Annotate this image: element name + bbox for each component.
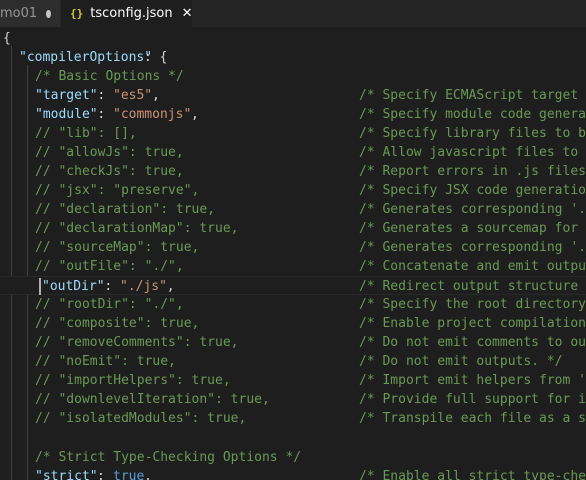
code-line: // "outFile": "./", /* Concatenate and em… bbox=[0, 257, 586, 276]
code-line: // "jsx": "preserve", /* Specify JSX code… bbox=[0, 181, 586, 200]
disabled-option-comment: // "downlevelIteration": true, bbox=[35, 392, 270, 407]
code-line: // "allowJs": true, /* Allow javascript f… bbox=[0, 143, 586, 162]
option-comment: /* Specify library files to be bbox=[359, 126, 586, 141]
code-line: /* Basic Options */ bbox=[0, 67, 586, 86]
option-comment: /* Do not emit comments to out bbox=[359, 335, 586, 350]
code-line: "target": "es5", /* Specify ECMAScript ta… bbox=[0, 86, 586, 105]
option-comment: /* Generates corresponding '.c bbox=[359, 202, 586, 217]
disabled-option-comment: // "outFile": "./", bbox=[35, 259, 184, 274]
tab-label: mo01 bbox=[0, 6, 38, 21]
compiler-options-brace: : { bbox=[144, 50, 168, 65]
option-comment: /* Generates a sourcemap for e bbox=[359, 221, 586, 236]
option-comment: /* Do not emit outputs. */ bbox=[359, 354, 563, 369]
code-line: // "composite": true, /* Enable project c… bbox=[0, 314, 586, 333]
option-comment: /* Enable project compilation bbox=[359, 316, 586, 331]
option-comment: /* Generates corresponding '.m bbox=[359, 240, 586, 255]
open-brace: { bbox=[3, 31, 11, 46]
disabled-option-comment: // "rootDir": "./", bbox=[35, 297, 184, 312]
code-line: // "declaration": true, /* Generates corr… bbox=[0, 200, 586, 219]
code-line: // "removeComments": true, /* Do not emit… bbox=[0, 333, 586, 352]
option-separator: : bbox=[104, 279, 121, 294]
disabled-option-comment: // "importHelpers": true, bbox=[35, 373, 231, 388]
option-comment: /* Redirect output structure t bbox=[359, 279, 586, 294]
tab-tsconfig-json[interactable]: {} tsconfig.json ✕ bbox=[61, 0, 193, 27]
code-line: "strict" : true , /* Enable all strict t… bbox=[0, 467, 586, 480]
text-cursor bbox=[39, 278, 41, 295]
disabled-option-comment: // "removeComments": true, bbox=[35, 335, 239, 350]
code-line: // "noEmit": true, /* Do not emit outputs… bbox=[0, 352, 586, 371]
code-editor[interactable]: { "compilerOptions" : { /* Basic Options… bbox=[0, 27, 586, 480]
code-line: // "isolatedModules": true, /* Transpile … bbox=[0, 409, 586, 428]
option-comment: /* Import emit helpers from 't bbox=[359, 373, 586, 388]
code-line: // "declarationMap": true, /* Generates a… bbox=[0, 219, 586, 238]
option-value: "./js" bbox=[120, 279, 167, 294]
option-comma: , bbox=[144, 469, 152, 480]
option-comment: /* Transpile each file as a se bbox=[359, 411, 586, 426]
option-key: "outDir" bbox=[42, 279, 105, 294]
option-comment: /* Provide full support for it bbox=[359, 392, 586, 407]
option-comment: /* Specify ECMAScript target v bbox=[359, 88, 586, 103]
option-value: true bbox=[113, 469, 145, 480]
json-icon: {} bbox=[70, 7, 84, 20]
disabled-option-comment: // "allowJs": true, bbox=[35, 145, 184, 160]
code-line: { bbox=[0, 29, 586, 48]
code-line-current: "outDir": "./js", /* Redirect output stru… bbox=[0, 276, 586, 295]
code-line: // "downlevelIteration": true, /* Provide… bbox=[0, 390, 586, 409]
code-line: "module": "commonjs", /* Specify module c… bbox=[0, 105, 586, 124]
unsaved-dot-icon bbox=[46, 9, 51, 18]
close-tab-icon[interactable]: ✕ bbox=[182, 6, 193, 21]
disabled-option-comment: // "isolatedModules": true, bbox=[35, 411, 247, 426]
option-comment: /* Specify the root directory bbox=[359, 297, 586, 312]
tab-label: tsconfig.json bbox=[90, 6, 173, 21]
option-comma: , bbox=[152, 88, 160, 103]
compiler-options-key: "compilerOptions" bbox=[19, 50, 153, 65]
option-comment: /* Specify module code generat bbox=[359, 107, 586, 122]
option-value: "commonjs" bbox=[113, 107, 192, 122]
option-comment: /* Specify JSX code generation bbox=[359, 183, 586, 198]
option-comment: /* Concatenate and emit output bbox=[359, 259, 586, 274]
option-key: "module" bbox=[35, 107, 98, 122]
disabled-option-comment: // "lib": [], bbox=[35, 126, 137, 141]
basic-options-comment: /* Basic Options */ bbox=[35, 69, 184, 84]
option-separator: : bbox=[97, 469, 113, 480]
option-comment: /* Allow javascript files to b bbox=[359, 145, 586, 160]
code-line: // "checkJs": true, /* Report errors in .… bbox=[0, 162, 586, 181]
disabled-option-comment: // "sourceMap": true, bbox=[35, 240, 200, 255]
editor-tab-bar: mo01 {} tsconfig.json ✕ bbox=[0, 0, 586, 27]
code-line: // "sourceMap": true, /* Generates corres… bbox=[0, 238, 586, 257]
strict-options-comment: /* Strict Type-Checking Options */ bbox=[35, 450, 302, 465]
option-comment: /* Report errors in .js files bbox=[359, 164, 586, 179]
disabled-option-comment: // "jsx": "preserve", bbox=[35, 183, 200, 198]
code-line: // "importHelpers": true, /* Import emit … bbox=[0, 371, 586, 390]
option-comma: , bbox=[191, 107, 199, 122]
option-separator: : bbox=[97, 107, 114, 122]
code-line: // "lib": [], /* Specify library files to… bbox=[0, 124, 586, 143]
disabled-option-comment: // "declarationMap": true, bbox=[35, 221, 239, 236]
option-value: "es5" bbox=[113, 88, 153, 103]
disabled-option-comment: // "checkJs": true, bbox=[35, 164, 184, 179]
code-line: "compilerOptions" : { bbox=[0, 48, 586, 67]
option-comment: /* Enable all strict type-chec bbox=[359, 469, 586, 480]
code-line: /* Strict Type-Checking Options */ bbox=[0, 448, 586, 467]
disabled-option-comment: // "noEmit": true, bbox=[35, 354, 176, 369]
tab-mo01[interactable]: mo01 bbox=[0, 0, 61, 27]
option-key: "target" bbox=[35, 88, 98, 103]
option-comma: , bbox=[166, 279, 175, 294]
option-key: "strict" bbox=[35, 469, 98, 480]
option-separator: : bbox=[97, 88, 114, 103]
disabled-option-comment: // "declaration": true, bbox=[35, 202, 216, 217]
code-line: // "rootDir": "./", /* Specify the root d… bbox=[0, 295, 586, 314]
disabled-option-comment: // "composite": true, bbox=[35, 316, 200, 331]
